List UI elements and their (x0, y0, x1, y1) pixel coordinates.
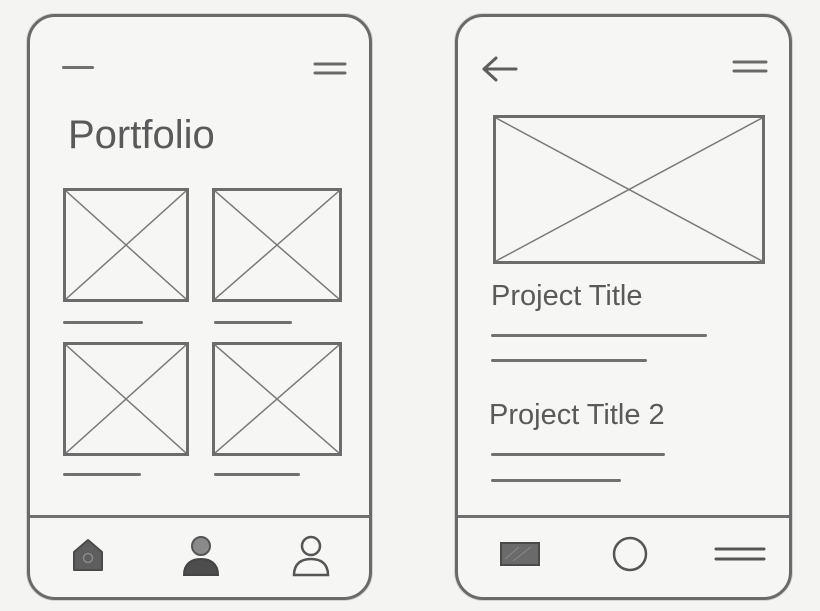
text-line (491, 479, 621, 482)
user-icon[interactable] (180, 533, 222, 577)
project-hero-image[interactable] (493, 115, 765, 264)
caption-line (214, 473, 300, 476)
image-icon[interactable] (499, 541, 541, 567)
text-line (491, 334, 707, 337)
page-title: Portfolio (68, 113, 215, 157)
phone-frame-portfolio: Portfolio (27, 14, 372, 600)
home-icon[interactable] (70, 536, 106, 574)
menu-icon[interactable] (732, 57, 768, 77)
portfolio-image-2[interactable] (212, 188, 342, 302)
tabbar-divider (30, 515, 369, 518)
caption-line (63, 473, 141, 476)
header-dash (62, 66, 94, 69)
portfolio-image-3[interactable] (63, 342, 189, 456)
text-line (491, 453, 665, 456)
portfolio-image-1[interactable] (63, 188, 189, 302)
portfolio-image-4[interactable] (212, 342, 342, 456)
caption-line (63, 321, 143, 324)
profile-icon[interactable] (290, 533, 332, 577)
tabbar-divider (458, 515, 789, 518)
project-title-2: Project Title 2 (489, 399, 665, 431)
phone-frame-detail: Project Title Project Title 2 (455, 14, 792, 600)
menu-icon[interactable] (714, 543, 766, 565)
text-line (491, 359, 647, 362)
back-arrow-icon[interactable] (480, 55, 520, 83)
project-title: Project Title (491, 280, 643, 312)
circle-icon[interactable] (611, 535, 649, 573)
menu-icon[interactable] (313, 59, 347, 79)
caption-line (214, 321, 292, 324)
